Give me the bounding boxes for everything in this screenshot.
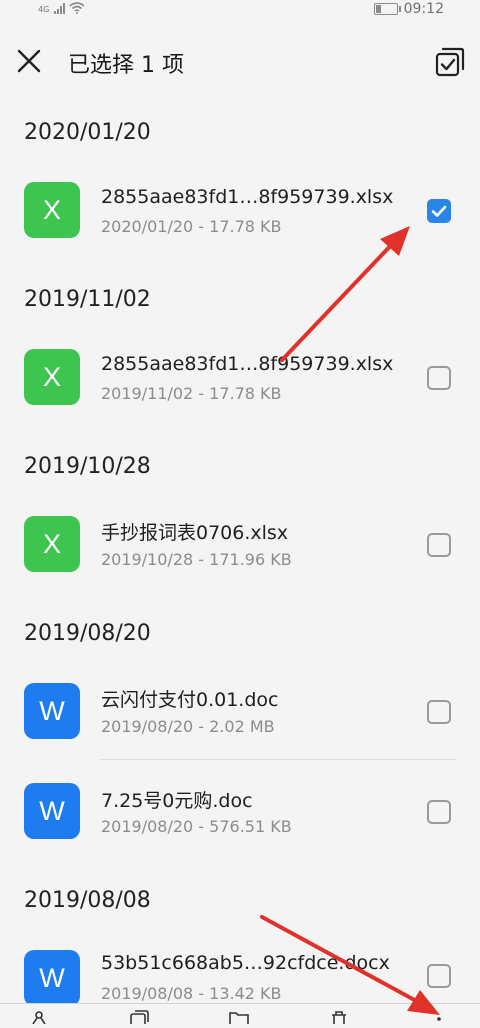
file-checkbox[interactable] (427, 964, 451, 988)
list-divider (101, 759, 456, 760)
file-meta: 2019/10/28 - 171.96 KB (101, 550, 292, 569)
status-left: 4G (38, 2, 85, 14)
group-date: 2019/08/08 (24, 888, 151, 913)
file-checkbox[interactable] (427, 700, 451, 724)
file-meta: 2019/08/20 - 576.51 KB (101, 817, 292, 836)
move-icon[interactable] (228, 1010, 250, 1024)
group-date: 2019/11/02 (24, 287, 151, 312)
status-right: 09:12 (373, 1, 444, 17)
delete-icon[interactable] (328, 1010, 350, 1024)
word-file-icon: W (24, 683, 80, 739)
word-file-icon: W (24, 950, 80, 1006)
status-time: 09:12 (403, 1, 444, 17)
status-bar: 4G 09:12 (0, 0, 480, 22)
file-meta: 2020/01/20 - 17.78 KB (101, 217, 282, 236)
word-file-icon: W (24, 783, 80, 839)
file-name: 2855aae83fd1…8f959739.xlsx (101, 186, 394, 208)
file-name: 云闪付支付0.01.doc (101, 689, 279, 711)
excel-file-icon: X (24, 349, 80, 405)
checkmark-icon (431, 205, 447, 217)
file-item[interactable]: X 2855aae83fd1…8f959739.xlsx 2020/01/20 … (0, 160, 480, 260)
file-name: 7.25号0元购.doc (101, 790, 253, 812)
share-icon[interactable] (28, 1010, 50, 1024)
file-item[interactable]: X 2855aae83fd1…8f959739.xlsx 2019/11/02 … (0, 327, 480, 427)
battery-level (375, 5, 381, 13)
select-all-icon[interactable] (434, 46, 466, 78)
excel-file-icon: X (24, 516, 80, 572)
more-icon[interactable] (428, 1010, 450, 1024)
group-date: 2019/10/28 (24, 454, 151, 479)
close-icon[interactable] (14, 46, 44, 76)
selection-header: 已选择 1 项 (0, 30, 480, 94)
network-type: 4G (38, 5, 50, 14)
page-title: 已选择 1 项 (68, 53, 184, 78)
wifi-icon (69, 2, 85, 14)
file-checkbox[interactable] (427, 533, 451, 557)
file-meta: 2019/11/02 - 17.78 KB (101, 384, 282, 403)
battery-icon (373, 3, 401, 15)
file-item[interactable]: X 手抄报词表0706.xlsx 2019/10/28 - 171.96 KB (0, 494, 480, 594)
file-checkbox[interactable] (427, 366, 451, 390)
file-item[interactable]: W 云闪付支付0.01.doc 2019/08/20 - 2.02 MB (0, 661, 480, 761)
file-meta: 2019/08/08 - 13.42 KB (101, 984, 282, 1003)
file-name: 53b51c668ab5…92cfdce.docx (101, 952, 390, 974)
bottom-action-bar (0, 1003, 480, 1024)
excel-file-icon: X (24, 182, 80, 238)
group-date: 2019/08/20 (24, 621, 151, 646)
file-item[interactable]: W 7.25号0元购.doc 2019/08/20 - 576.51 KB (0, 761, 480, 861)
copy-icon[interactable] (128, 1010, 150, 1024)
file-meta: 2019/08/20 - 2.02 MB (101, 717, 275, 736)
group-date: 2020/01/20 (24, 120, 151, 145)
file-name: 2855aae83fd1…8f959739.xlsx (101, 353, 394, 375)
signal-icon (54, 3, 66, 14)
file-checkbox[interactable] (427, 800, 451, 824)
file-checkbox[interactable] (427, 199, 451, 223)
file-name: 手抄报词表0706.xlsx (101, 522, 289, 544)
